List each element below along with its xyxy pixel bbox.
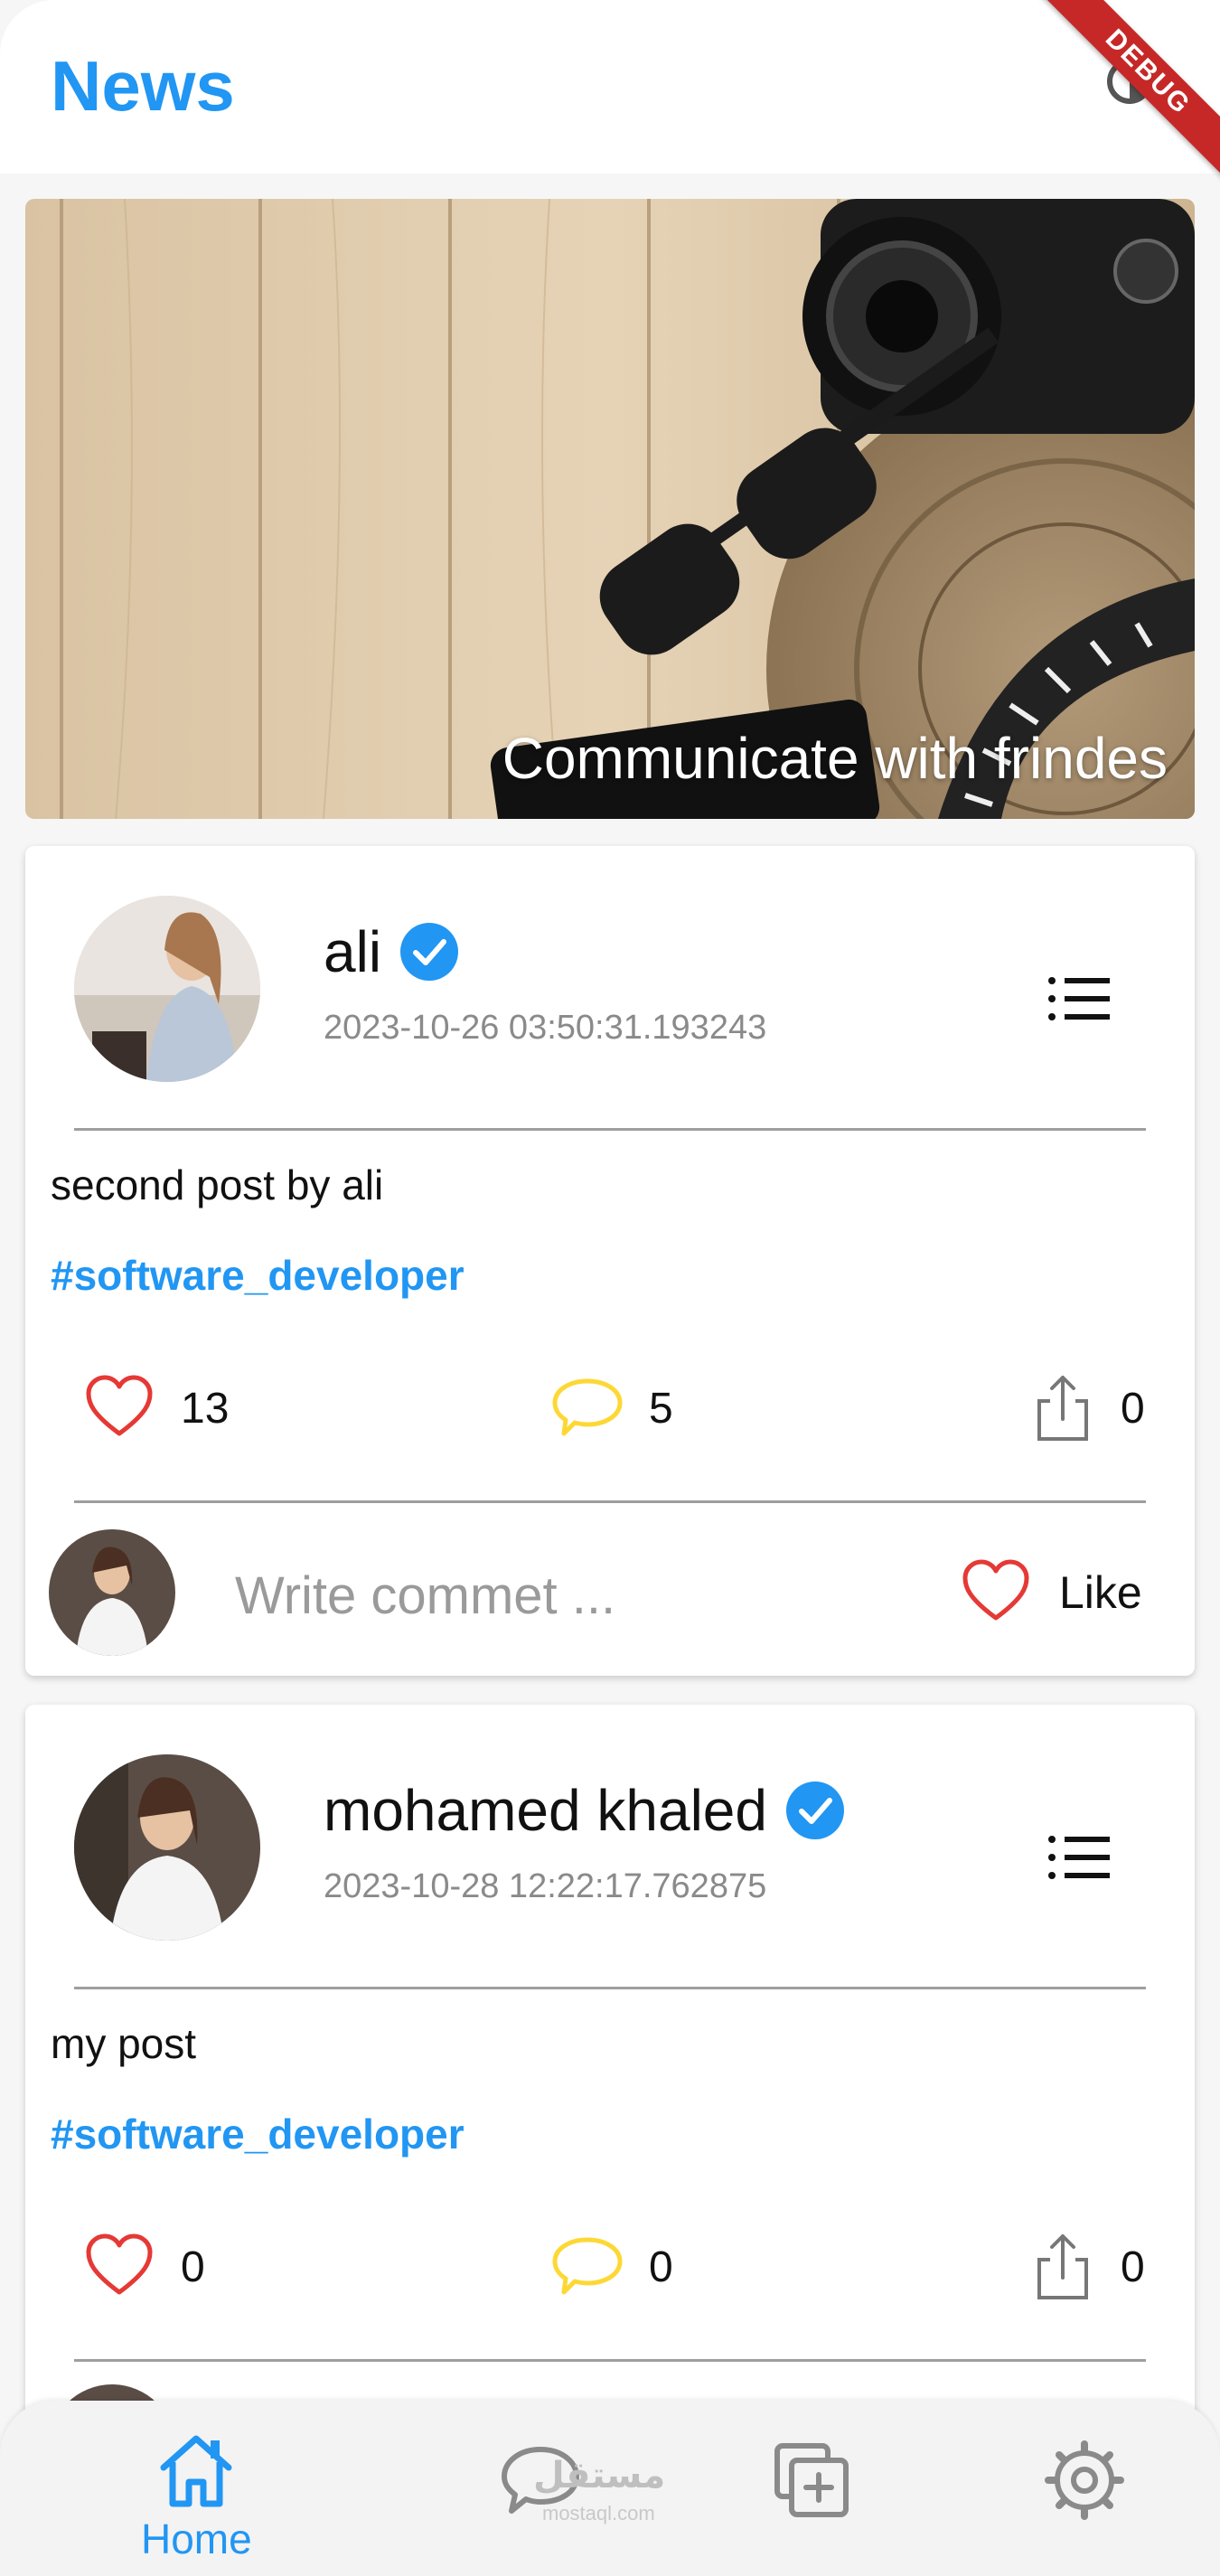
watermark-url: mostaql.com — [542, 2502, 655, 2524]
post-hashtag[interactable]: #software_developer — [51, 2110, 465, 2158]
app-screen: News DEBUG Communicate with frindes ali … — [0, 0, 1220, 2576]
like-label: Like — [1059, 1567, 1142, 1618]
like-stat[interactable]: 13 — [83, 1372, 229, 1444]
heart-icon — [86, 2233, 153, 2295]
post-header: mohamed khaled 2023-10-28 12:22:17.76287… — [25, 1705, 1195, 1994]
heart-icon — [962, 1559, 1029, 1621]
verified-badge-icon — [400, 923, 459, 981]
post-date: 2023-10-26 03:50:31.193243 — [324, 1009, 767, 1047]
comment-bubble-icon — [552, 2237, 623, 2295]
post-date: 2023-10-28 12:22:17.762875 — [324, 1867, 767, 1905]
comment-input[interactable] — [235, 1564, 741, 1627]
share-icon — [1037, 2234, 1088, 2299]
divider — [74, 1500, 1146, 1503]
post-card: ali 2023-10-26 03:50:31.193243 second po… — [25, 846, 1195, 1676]
author-row: ali — [324, 918, 459, 985]
bottom-navigation: Home مستقل mostaql.com — [0, 2401, 1220, 2576]
heart-icon — [86, 1375, 153, 1436]
like-button[interactable]: Like — [960, 1556, 1142, 1629]
post-menu-icon[interactable] — [1037, 1817, 1119, 1898]
comment-row: Like — [25, 1529, 1195, 1656]
divider — [74, 1987, 1146, 1989]
like-count: 0 — [181, 2242, 205, 2291]
author-name[interactable]: ali — [324, 918, 381, 985]
avatar[interactable] — [74, 1754, 260, 1941]
author-row: mohamed khaled — [324, 1777, 845, 1844]
share-stat[interactable]: 0 — [1027, 2231, 1145, 2303]
share-icon — [1037, 1376, 1088, 1441]
post-hashtag[interactable]: #software_developer — [51, 1251, 465, 1300]
settings-icon — [1045, 2440, 1124, 2520]
home-icon — [160, 2435, 232, 2507]
post-card: mohamed khaled 2023-10-28 12:22:17.76287… — [25, 1705, 1195, 2518]
nav-add-post[interactable] — [768, 2437, 855, 2524]
add-post-icon — [774, 2443, 849, 2517]
author-name[interactable]: mohamed khaled — [324, 1777, 767, 1844]
share-count: 0 — [1121, 1384, 1145, 1433]
hero-banner: Communicate with frindes — [25, 199, 1195, 819]
post-menu-icon[interactable] — [1037, 958, 1119, 1039]
nav-home-label: Home — [141, 2515, 252, 2562]
comment-bubble-icon — [552, 1378, 623, 1436]
comment-stat[interactable]: 0 — [551, 2231, 673, 2303]
nav-settings[interactable] — [1041, 2437, 1128, 2524]
divider — [74, 1128, 1146, 1131]
comment-stat[interactable]: 5 — [551, 1372, 673, 1444]
post-text: second post by ali — [51, 1161, 384, 1208]
watermark: مستقل — [533, 2456, 666, 2496]
page-title: News — [51, 46, 235, 126]
verified-badge-icon — [785, 1782, 844, 1839]
share-count: 0 — [1121, 2242, 1145, 2291]
avatar[interactable] — [74, 896, 260, 1082]
comment-count: 5 — [649, 1384, 673, 1433]
current-user-avatar — [49, 1529, 175, 1656]
comment-count: 0 — [649, 2242, 673, 2291]
post-header: ali 2023-10-26 03:50:31.193243 — [25, 846, 1195, 1135]
like-stat[interactable]: 0 — [83, 2231, 205, 2303]
nav-home[interactable]: Home — [141, 2428, 252, 2563]
banner-caption: Communicate with frindes — [502, 726, 1168, 791]
like-count: 13 — [181, 1384, 230, 1433]
divider — [74, 2359, 1146, 2362]
post-text: my post — [51, 2020, 197, 2067]
app-bar: News — [0, 0, 1220, 174]
share-stat[interactable]: 0 — [1027, 1372, 1145, 1444]
